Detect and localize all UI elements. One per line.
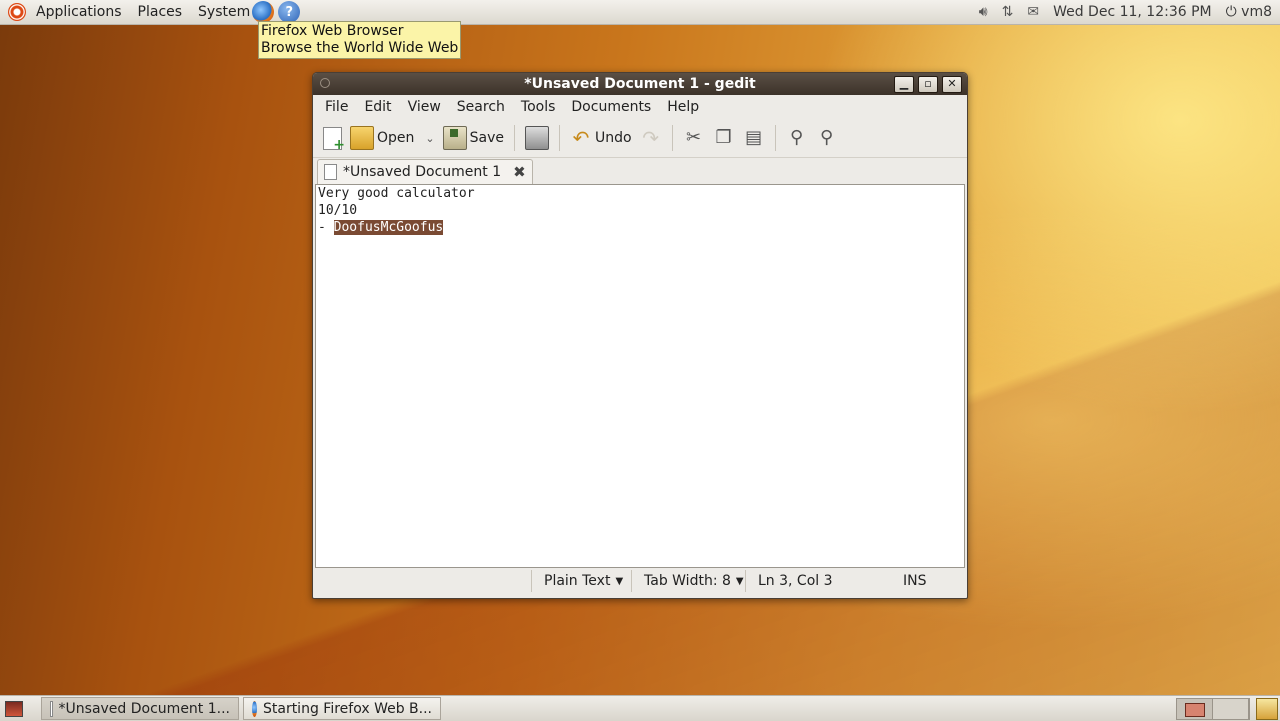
redo-button[interactable]: ↷: [636, 122, 666, 154]
tab-label: *Unsaved Document 1: [343, 164, 502, 180]
menu-file[interactable]: File: [317, 99, 356, 115]
chevron-down-icon: ▼: [615, 575, 624, 587]
workspace-1[interactable]: [1177, 699, 1213, 719]
insert-mode: INS: [903, 573, 927, 589]
toolbar-separator: [559, 125, 560, 151]
search-icon: ⚲: [789, 127, 804, 148]
close-tab-icon[interactable]: ✖: [513, 163, 526, 181]
power-icon: ⏻: [1225, 4, 1237, 20]
clock[interactable]: Wed Dec 11, 12:36 PM: [1053, 4, 1212, 20]
workspace-2[interactable]: [1213, 699, 1249, 719]
firefox-icon: [252, 700, 257, 717]
scissors-icon: ✂: [686, 127, 702, 148]
ubuntu-logo-icon[interactable]: [8, 3, 26, 21]
editor-line-1: Very good calculator: [318, 186, 475, 201]
tab-width-selector[interactable]: Tab Width: 8 ▼: [631, 570, 744, 592]
network-icon[interactable]: ⇅: [1002, 4, 1014, 20]
copy-button[interactable]: ❐: [709, 122, 739, 154]
menu-edit[interactable]: Edit: [356, 99, 399, 115]
minimize-button[interactable]: ▁: [894, 76, 914, 93]
replace-button[interactable]: ⚲: [812, 122, 842, 154]
firefox-launcher-icon[interactable]: [252, 1, 275, 23]
tab-unsaved-document-1[interactable]: *Unsaved Document 1 ✖: [317, 159, 533, 184]
clipboard-icon: ▤: [745, 127, 763, 148]
save-icon: [442, 126, 467, 150]
cut-button[interactable]: ✂: [679, 122, 709, 154]
show-desktop-button[interactable]: [5, 700, 23, 717]
workspace-switcher: [1176, 698, 1250, 720]
window-title: *Unsaved Document 1 - gedit: [524, 76, 756, 92]
tab-width-label: Tab Width:: [644, 573, 718, 589]
paste-button[interactable]: ▤: [739, 122, 769, 154]
new-document-icon: [323, 126, 345, 153]
toolbar-separator: [514, 125, 515, 151]
editor-line-2: 10/10: [318, 203, 358, 218]
save-button[interactable]: Save: [439, 122, 508, 154]
document-icon: [324, 164, 337, 180]
undo-label: Undo: [595, 130, 632, 146]
open-button[interactable]: Open ⌄: [346, 122, 439, 154]
places-menu[interactable]: Places: [130, 0, 191, 24]
language-selector[interactable]: Plain Text ▼: [531, 570, 630, 592]
user-session[interactable]: ⏻ vm8: [1226, 4, 1272, 20]
print-button[interactable]: [521, 122, 553, 154]
tooltip-subtitle: Browse the World Wide Web: [261, 40, 459, 56]
language-label: Plain Text: [544, 573, 611, 589]
gedit-window: *Unsaved Document 1 - gedit ▁ ▫ ✕ File E…: [312, 72, 968, 599]
maximize-button[interactable]: ▫: [918, 76, 938, 93]
tooltip-title: Firefox Web Browser: [261, 23, 404, 39]
find-replace-icon: ⚲: [819, 127, 834, 148]
taskbar-label: *Unsaved Document 1...: [58, 700, 230, 717]
mail-icon[interactable]: ✉: [1027, 4, 1039, 20]
close-button[interactable]: ✕: [942, 76, 962, 93]
menu-documents[interactable]: Documents: [563, 99, 659, 115]
title-bar[interactable]: *Unsaved Document 1 - gedit ▁ ▫ ✕: [313, 73, 967, 95]
taskbar-item-gedit[interactable]: *Unsaved Document 1...: [41, 697, 239, 720]
editor-line-3: - DoofusMcGoofus: [318, 219, 962, 236]
chevron-down-icon[interactable]: ⌄: [425, 132, 434, 145]
selected-text: DoofusMcGoofus: [333, 220, 444, 235]
menu-view[interactable]: View: [400, 99, 449, 115]
window-menu-icon[interactable]: [320, 78, 330, 88]
system-menu[interactable]: System: [190, 0, 250, 24]
undo-button[interactable]: ↶ Undo: [566, 122, 636, 154]
status-bar: Plain Text ▼ Tab Width: 8 ▼ Ln 3, Col 3 …: [313, 568, 967, 594]
redo-icon: ↷: [642, 126, 659, 150]
printer-icon: [525, 126, 549, 150]
top-panel: Applications Places System ? 🔊︎ ⇅ ✉ Wed …: [0, 0, 1280, 25]
document-tabs: *Unsaved Document 1 ✖: [313, 158, 967, 184]
system-tray: 🔊︎ ⇅ ✉ Wed Dec 11, 12:36 PM ⏻ vm8: [979, 0, 1280, 24]
tab-width-value: 8: [722, 573, 731, 589]
find-button[interactable]: ⚲: [782, 122, 812, 154]
text-editor[interactable]: Very good calculator 10/10 - DoofusMcGoo…: [315, 184, 965, 568]
toolbar-separator: [774, 125, 776, 151]
menu-bar: File Edit View Search Tools Documents He…: [313, 95, 967, 119]
help-icon[interactable]: ?: [278, 1, 301, 23]
volume-icon[interactable]: 🔊︎: [979, 4, 988, 20]
toolbar: Open ⌄ Save ↶ Undo ↷ ✂ ❐ ▤ ⚲ ⚲: [313, 119, 967, 158]
open-label: Open: [377, 130, 415, 146]
applications-menu[interactable]: Applications: [28, 0, 130, 24]
copy-icon: ❐: [715, 127, 732, 148]
trash-icon[interactable]: [1256, 698, 1278, 720]
bottom-panel: *Unsaved Document 1... Starting Firefox …: [0, 695, 1280, 721]
new-button[interactable]: [319, 122, 346, 154]
line-3-prefix: -: [318, 220, 334, 235]
firefox-tooltip: Firefox Web Browser Browse the World Wid…: [258, 21, 462, 59]
toolbar-separator: [671, 125, 673, 151]
taskbar-item-firefox[interactable]: Starting Firefox Web B...: [243, 697, 441, 720]
menu-help[interactable]: Help: [659, 99, 707, 115]
menu-search[interactable]: Search: [449, 99, 513, 115]
window-controls: ▁ ▫ ✕: [894, 76, 962, 93]
save-label: Save: [469, 130, 504, 146]
undo-icon: ↶: [572, 126, 590, 150]
taskbar-label: Starting Firefox Web B...: [262, 700, 432, 717]
gedit-icon: [50, 700, 53, 717]
chevron-down-icon: ▼: [735, 575, 744, 587]
cursor-position: Ln 3, Col 3: [745, 570, 868, 592]
user-name: vm8: [1241, 4, 1272, 20]
menu-tools[interactable]: Tools: [513, 99, 564, 115]
folder-open-icon: [350, 126, 374, 150]
